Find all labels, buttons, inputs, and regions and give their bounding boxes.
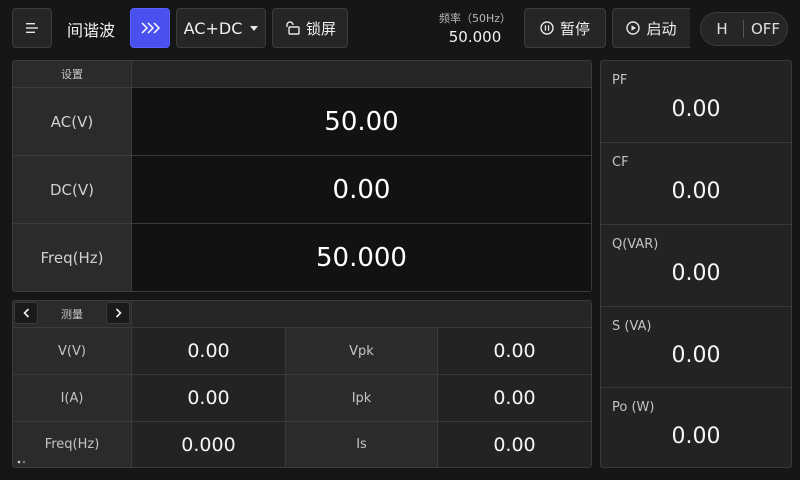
side-value-cf: 0.00 [671, 179, 721, 204]
side-value-pf: 0.00 [671, 97, 721, 122]
measure-header-fill [132, 301, 591, 328]
measure-value-ipk: 0.00 [438, 375, 591, 422]
measure-panel: 测量 V(V) 0.00 Vpk 0.00 I(A) 0.00 Ipk 0.00… [12, 300, 592, 468]
measure-label-ipk: Ipk [286, 375, 438, 422]
measure-value-i: 0.00 [132, 375, 286, 422]
lock-screen-label: 锁屏 [305, 19, 336, 38]
side-label-po: Po (W) [612, 400, 655, 415]
setting-value-dc[interactable]: 0.00 [132, 156, 591, 224]
mode-select[interactable]: AC+DC [176, 8, 266, 48]
setting-label-freq: Freq(Hz) [13, 224, 132, 291]
menu-button[interactable] [12, 8, 52, 48]
pause-button[interactable]: 暂停 [524, 8, 606, 48]
frequency-value: 50.000 [448, 28, 502, 46]
settings-header: 设置 [13, 61, 132, 88]
toggle-h-label: H [716, 20, 728, 38]
measure-value-is: 0.00 [438, 422, 591, 467]
side-label-pf: PF [612, 73, 628, 88]
chevron-right-icon [115, 308, 122, 318]
lock-screen-button[interactable]: 锁屏 [272, 8, 348, 48]
side-value-po: 0.00 [671, 424, 721, 449]
caret-down-icon [250, 25, 259, 31]
mode-select-label: AC+DC [183, 18, 243, 38]
settings-panel: 设置 AC(V) 50.00 DC(V) 0.00 Freq(Hz) 50.00… [12, 60, 592, 292]
measure-value-v: 0.00 [132, 328, 286, 375]
toggle-off-label: OFF [750, 20, 781, 38]
side-label-cf: CF [612, 155, 629, 170]
setting-value-ac[interactable]: 50.00 [132, 88, 591, 156]
menu-icon [26, 23, 38, 33]
power-panel: PF 0.00 CF 0.00 Q(VAR) 0.00 S (VA) 0.00 … [600, 60, 792, 468]
settings-header-fill [132, 61, 591, 88]
start-button[interactable]: 启动 [612, 8, 690, 48]
measure-value-freq: 0.000 [132, 422, 286, 467]
pause-icon [540, 21, 554, 35]
setting-label-dc: DC(V) [13, 156, 132, 224]
frequency-label: 频率（50Hz） [438, 12, 512, 25]
chevron-left-icon [22, 308, 29, 318]
output-toggle[interactable]: H OFF [700, 12, 788, 46]
play-icon [626, 21, 641, 35]
unlock-icon [286, 21, 300, 35]
measure-label-freq: Freq(Hz) [13, 422, 132, 467]
measure-label-vpk: Vpk [286, 328, 438, 375]
page-title: 间谐波 [67, 21, 116, 40]
side-item-po: Po (W) 0.00 [601, 388, 791, 467]
setting-value-freq[interactable]: 50.000 [132, 224, 591, 291]
side-label-q: Q(VAR) [612, 237, 659, 252]
side-item-s: S (VA) 0.00 [601, 307, 791, 388]
side-item-pf: PF 0.00 [601, 61, 791, 143]
fast-forward-button[interactable] [130, 8, 170, 48]
measure-label-v: V(V) [13, 328, 132, 375]
side-label-s: S (VA) [612, 319, 652, 334]
setting-label-ac: AC(V) [13, 88, 132, 156]
start-label: 启动 [646, 19, 677, 38]
measure-label-is: Is [286, 422, 438, 467]
side-item-cf: CF 0.00 [601, 143, 791, 225]
side-item-q: Q(VAR) 0.00 [601, 225, 791, 307]
side-value-q: 0.00 [671, 261, 721, 286]
next-page-button[interactable] [106, 302, 130, 324]
side-value-s: 0.00 [671, 343, 721, 368]
measure-label-i: I(A) [13, 375, 132, 422]
page-indicator [17, 460, 26, 464]
measure-header: 测量 [61, 308, 83, 321]
prev-page-button[interactable] [14, 302, 38, 324]
measure-value-vpk: 0.00 [438, 328, 591, 375]
pause-label: 暂停 [559, 19, 590, 38]
fast-forward-icon [141, 22, 160, 34]
